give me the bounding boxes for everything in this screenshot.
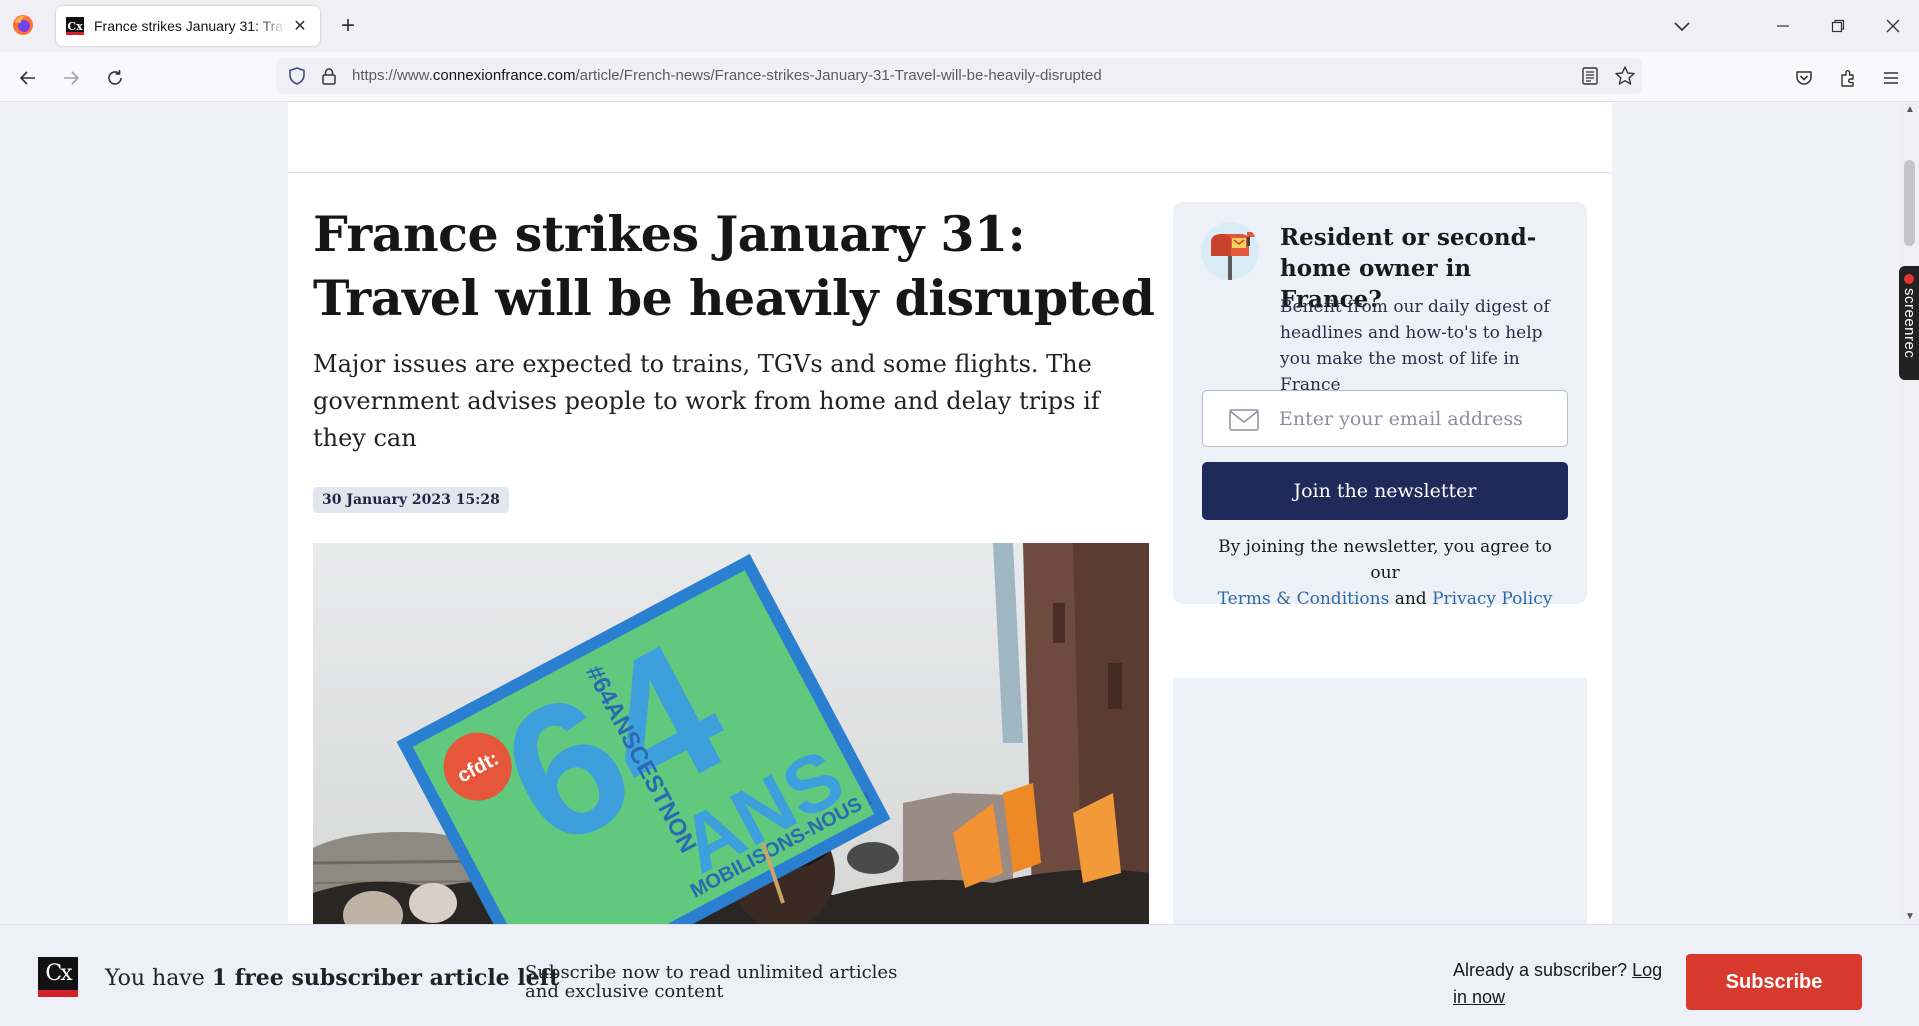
- legal-prefix: By joining the newsletter, you agree to …: [1218, 537, 1552, 583]
- reader-view-icon[interactable]: [1580, 66, 1600, 86]
- close-tab-icon[interactable]: ✕: [290, 16, 310, 36]
- article-date: 30 January 2023 15:28: [313, 487, 509, 513]
- join-newsletter-button[interactable]: Join the newsletter: [1202, 462, 1568, 520]
- browser-tab-bar: Cx France strikes January 31: Travel wil…: [0, 0, 1919, 52]
- protest-photo: cfdt: 64 ANS #64ANSCESTNON MOBILISONS-NO…: [313, 543, 1149, 924]
- email-input[interactable]: [1279, 391, 1559, 446]
- close-window-icon[interactable]: [1873, 10, 1913, 42]
- tab-title: France strikes January 31: Travel will b…: [94, 18, 286, 34]
- article-hero-image[interactable]: cfdt: 64 ANS #64ANSCESTNON MOBILISONS-NO…: [313, 543, 1149, 924]
- chevron-down-icon[interactable]: [1670, 14, 1694, 38]
- screenrec-widget[interactable]: screenrec: [1899, 266, 1919, 380]
- browser-nav-bar: https://www.connexionfrance.com/article/…: [0, 52, 1919, 102]
- privacy-link[interactable]: Privacy Policy: [1432, 589, 1552, 609]
- menu-icon[interactable]: [1878, 65, 1904, 91]
- pocket-icon[interactable]: [1791, 65, 1817, 91]
- article-container: France strikes January 31: Travel will b…: [288, 102, 1612, 924]
- newsletter-description: Benefit from our daily digest of headlin…: [1280, 297, 1550, 395]
- extensions-icon[interactable]: [1835, 65, 1861, 91]
- reload-icon[interactable]: [100, 63, 130, 93]
- sidebar-ad-slot: [1173, 678, 1587, 924]
- terms-link[interactable]: Terms & Conditions: [1218, 589, 1390, 609]
- url-text[interactable]: https://www.connexionfrance.com/article/…: [352, 67, 1102, 84]
- envelope-icon: [1229, 409, 1259, 431]
- page-scrollbar[interactable]: ▲ ▼: [1900, 102, 1919, 924]
- lock-icon[interactable]: [320, 67, 338, 85]
- subscriber-paywall-bar: Cx You have 1 free subscriber article le…: [0, 924, 1919, 1026]
- free-articles-count: 1 free subscriber article left: [211, 965, 560, 991]
- free-articles-prefix: You have: [105, 966, 205, 991]
- newsletter-signup-box: Resident or second-home owner in France?…: [1173, 202, 1587, 609]
- newsletter-legal: By joining the newsletter, you agree to …: [1202, 534, 1568, 612]
- subscribe-pitch: Subscribe now to read unlimited articles…: [525, 962, 898, 1002]
- scrollbar-thumb[interactable]: [1904, 160, 1915, 246]
- already-subscriber-label: Already a subscriber?: [1453, 960, 1628, 980]
- tracking-shield-icon[interactable]: [288, 67, 306, 85]
- firefox-logo-icon[interactable]: [12, 14, 34, 36]
- minimize-icon[interactable]: [1763, 10, 1803, 42]
- article-standfirst: Major issues are expected to trains, TGV…: [313, 350, 1100, 452]
- record-icon: [1904, 274, 1914, 284]
- new-tab-icon[interactable]: +: [334, 12, 362, 40]
- back-arrow-icon[interactable]: [13, 63, 43, 93]
- address-bar[interactable]: https://www.connexionfrance.com/article/…: [276, 58, 1642, 94]
- free-articles-message: You have 1 free subscriber article left: [105, 965, 559, 991]
- login-prompt: Already a subscriber? Log in now: [1453, 957, 1673, 1011]
- tab-favicon: Cx: [66, 17, 84, 35]
- bookmark-star-icon[interactable]: [1614, 65, 1636, 87]
- restore-icon[interactable]: [1818, 10, 1858, 42]
- article-headline: France strikes January 31: Travel will b…: [313, 205, 1155, 327]
- legal-and: and: [1394, 589, 1427, 609]
- subscribe-button[interactable]: Subscribe: [1686, 954, 1862, 1010]
- scroll-down-icon[interactable]: ▼: [1905, 911, 1915, 922]
- connexion-logo[interactable]: Cx: [38, 957, 78, 997]
- scroll-up-icon[interactable]: ▲: [1905, 104, 1915, 115]
- email-field[interactable]: [1202, 390, 1568, 447]
- active-tab[interactable]: Cx France strikes January 31: Travel wil…: [56, 6, 320, 46]
- page-viewport: France strikes January 31: Travel will b…: [0, 102, 1900, 924]
- screenrec-label: screenrec: [1901, 288, 1918, 359]
- header-divider: [288, 172, 1612, 173]
- mailbox-icon: [1201, 222, 1259, 280]
- forward-arrow-icon[interactable]: [56, 63, 86, 93]
